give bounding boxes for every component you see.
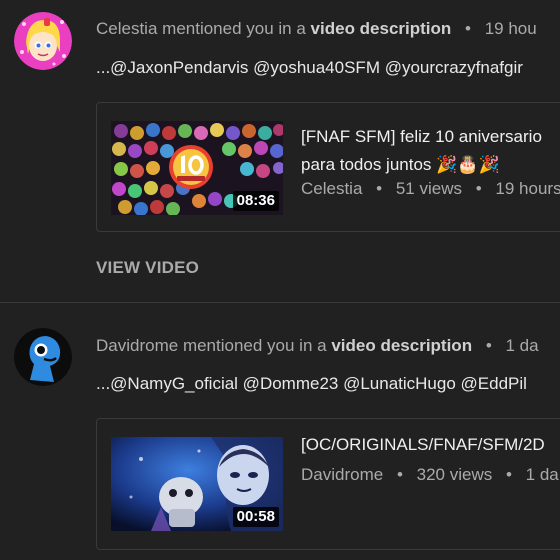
video-title-line: para todos juntos 🎉🎂🎉 <box>301 155 500 174</box>
channel-name[interactable]: Davidrome <box>301 465 383 484</box>
separator-dot: • <box>396 465 403 484</box>
view-video-button[interactable]: VIEW VIDEO <box>96 258 199 278</box>
video-title[interactable]: [OC/ORIGINALS/FNAF/SFM/2D <box>301 431 560 459</box>
notification-item[interactable]: Celestia mentioned you in a video descri… <box>0 0 560 300</box>
video-title-line: [FNAF SFM] feliz 10 aniversario <box>301 127 542 146</box>
video-age: 19 hours <box>495 179 560 198</box>
video-title[interactable]: [FNAF SFM] feliz 10 aniversario para tod… <box>301 123 560 179</box>
video-meta: Davidrome • 320 views • 1 da <box>301 464 559 486</box>
notification-header: Davidrome mentioned you in a video descr… <box>96 335 539 357</box>
video-duration: 08:36 <box>232 191 279 211</box>
separator-dot: • <box>475 179 482 198</box>
notification-time: 1 da <box>505 336 539 355</box>
video-card[interactable]: 08:36 [FNAF SFM] feliz 10 aniversario pa… <box>96 102 560 232</box>
action-text: mentioned you in a <box>182 336 327 355</box>
view-count: 320 views <box>416 465 493 484</box>
separator-dot: • <box>485 336 492 355</box>
mentions-text: ...@NamyG_oficial @Domme23 @LunaticHugo … <box>96 374 527 393</box>
notification-item[interactable]: Davidrome mentioned you in a video descr… <box>0 303 560 560</box>
video-duration: 00:58 <box>232 507 279 527</box>
avatar[interactable] <box>14 12 72 70</box>
video-title-line: [OC/ORIGINALS/FNAF/SFM/2D <box>301 435 545 454</box>
video-meta: Celestia • 51 views • 19 hours <box>301 178 560 200</box>
target-link[interactable]: video description <box>331 336 472 355</box>
avatar-image <box>14 328 72 386</box>
notifications-page: Celestia mentioned you in a video descri… <box>0 0 560 560</box>
mentions-text: ...@JaxonPendarvis @yoshua40SFM @yourcra… <box>96 58 523 77</box>
notification-header: Celestia mentioned you in a video descri… <box>96 18 537 40</box>
notification-time: 19 hou <box>484 19 537 38</box>
separator-dot: • <box>376 179 383 198</box>
video-thumbnail[interactable]: 08:36 <box>111 121 283 215</box>
video-thumbnail[interactable]: 00:58 <box>111 437 283 531</box>
view-count: 51 views <box>395 179 462 198</box>
target-link[interactable]: video description <box>311 19 452 38</box>
separator-dot: • <box>505 465 512 484</box>
avatar-image <box>14 12 72 70</box>
author-name: Celestia <box>96 19 158 38</box>
separator-dot: • <box>465 19 471 38</box>
video-card[interactable]: 00:58 [OC/ORIGINALS/FNAF/SFM/2D Davidrom… <box>96 418 560 550</box>
channel-name[interactable]: Celestia <box>301 179 362 198</box>
action-text: mentioned you in a <box>162 19 306 38</box>
avatar[interactable] <box>14 328 72 386</box>
author-name: Davidrome <box>96 336 179 355</box>
video-age: 1 da <box>525 465 559 484</box>
